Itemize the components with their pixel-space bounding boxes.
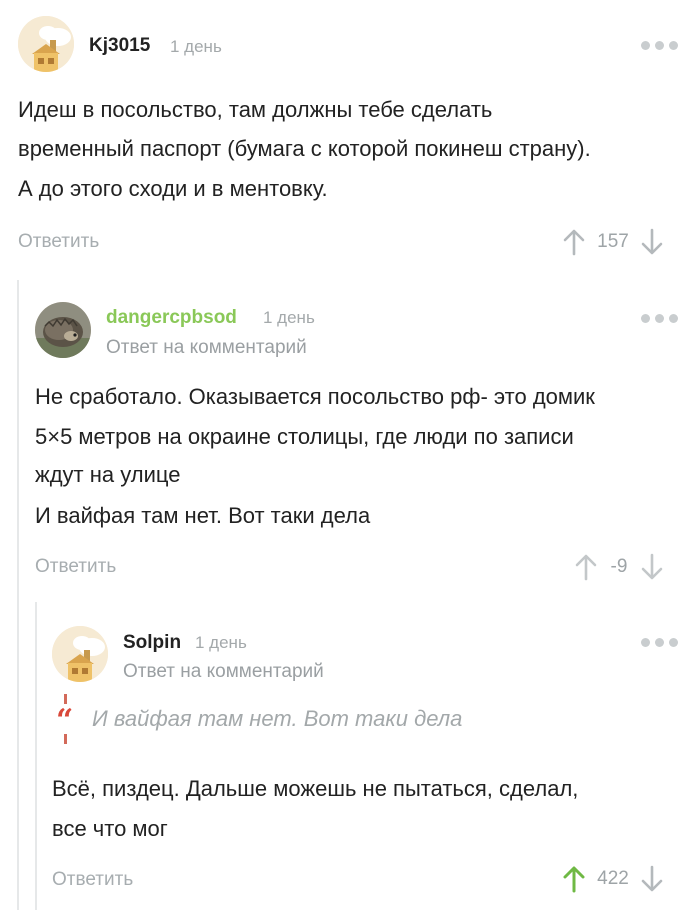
vote-controls: 157 — [561, 227, 665, 257]
username[interactable]: dangercpbsod — [106, 307, 237, 329]
more-options-icon[interactable] — [641, 312, 681, 324]
hedgehog-photo-avatar-icon — [35, 302, 91, 358]
quoted-text: И вайфая там нет. Вот таки дела — [92, 706, 463, 731]
thread-line-level-2 — [35, 602, 37, 910]
reply-to-comment-link[interactable]: комментарий — [190, 337, 307, 358]
username[interactable]: Solpin — [123, 632, 181, 654]
comment-text-line: А до этого сходи и в ментовку. — [18, 176, 328, 201]
quote-mark-icon: “ — [56, 703, 74, 738]
avatar[interactable] — [52, 626, 108, 682]
comment-text-line: все что мог — [52, 816, 168, 841]
vote-controls: -9 — [573, 552, 665, 582]
vote-score: 422 — [597, 868, 629, 889]
vote-score: 157 — [597, 231, 629, 252]
comment-date: 1 день — [170, 37, 222, 56]
comment-date: 1 день — [263, 308, 315, 327]
comment-text-line: Идеш в посольство, там должны тебе сдела… — [18, 97, 493, 122]
reply-to-label: Ответ на комментарий — [106, 337, 307, 359]
downvote-arrow-icon[interactable] — [639, 552, 665, 582]
comment-text-line: И вайфая там нет. Вот таки дела — [35, 503, 371, 528]
quote-bar-bottom — [64, 734, 67, 744]
comment-text-line: Всё, пиздец. Дальше можешь не пытаться, … — [52, 776, 579, 801]
default-house-avatar-icon — [18, 16, 74, 72]
reply-to-label: Ответ на комментарий — [123, 661, 324, 683]
comment-text-line: временный паспорт (бумага с которой поки… — [18, 136, 591, 161]
comment-text-line: Не сработало. Оказывается посольство рф-… — [35, 384, 595, 409]
comment-text-line: ждут на улице — [35, 462, 181, 487]
default-house-avatar-icon — [52, 626, 108, 682]
reply-button[interactable]: Ответить — [18, 231, 99, 253]
upvote-arrow-icon[interactable] — [561, 864, 587, 894]
vote-controls: 422 — [561, 864, 665, 894]
downvote-arrow-icon[interactable] — [639, 864, 665, 894]
thread-line-level-1 — [17, 280, 19, 910]
reply-button[interactable]: Ответить — [35, 556, 116, 578]
avatar[interactable] — [18, 16, 74, 72]
reply-to-comment-link[interactable]: комментарий — [207, 661, 324, 682]
upvote-arrow-icon[interactable] — [573, 552, 599, 582]
reply-to-prefix: Ответ на — [106, 337, 185, 358]
vote-score: -9 — [610, 556, 628, 577]
comment-text-line: 5×5 метров на окраине столицы, где люди … — [35, 424, 574, 449]
downvote-arrow-icon[interactable] — [639, 227, 665, 257]
username[interactable]: Kj3015 — [89, 35, 150, 57]
reply-to-prefix: Ответ на — [123, 661, 202, 682]
avatar[interactable] — [35, 302, 91, 358]
upvote-arrow-icon[interactable] — [561, 227, 587, 257]
more-options-icon[interactable] — [641, 636, 681, 648]
comment-date: 1 день — [195, 633, 247, 652]
more-options-icon[interactable] — [641, 39, 681, 51]
reply-button[interactable]: Ответить — [52, 869, 133, 891]
